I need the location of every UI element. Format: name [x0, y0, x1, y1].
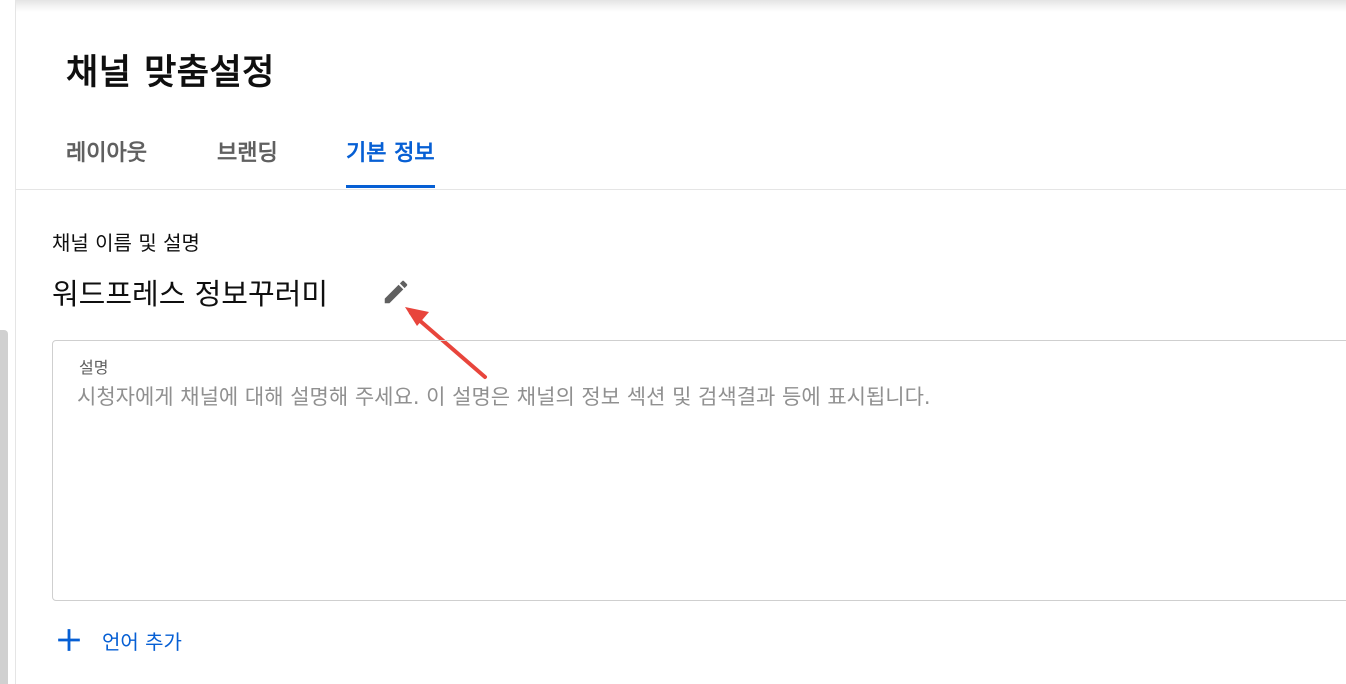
add-language-label: 언어 추가: [102, 629, 182, 654]
section-label: 채널 이름 및 설명: [52, 231, 200, 255]
description-field[interactable]: 설명: [52, 340, 1346, 601]
plus-icon: [58, 629, 80, 651]
description-input[interactable]: [77, 381, 1277, 581]
add-language-button[interactable]: 언어 추가: [56, 620, 182, 660]
description-label: 설명: [79, 358, 109, 377]
page-title: 채널 맞춤설정: [66, 53, 275, 93]
sidebar-scrollbar[interactable]: [0, 330, 8, 684]
pencil-icon: [384, 280, 408, 304]
top-bar-shadow: [0, 0, 1346, 12]
tab-branding[interactable]: 브랜딩: [217, 135, 278, 188]
tab-basic-info[interactable]: 기본 정보: [346, 135, 435, 188]
tab-bar: 레이아웃 브랜딩 기본 정보: [16, 120, 1346, 190]
tab-layout[interactable]: 레이아웃: [66, 135, 147, 188]
edit-channel-name-button[interactable]: [376, 272, 416, 312]
channel-name: 워드프레스 정보꾸러미: [52, 277, 329, 311]
